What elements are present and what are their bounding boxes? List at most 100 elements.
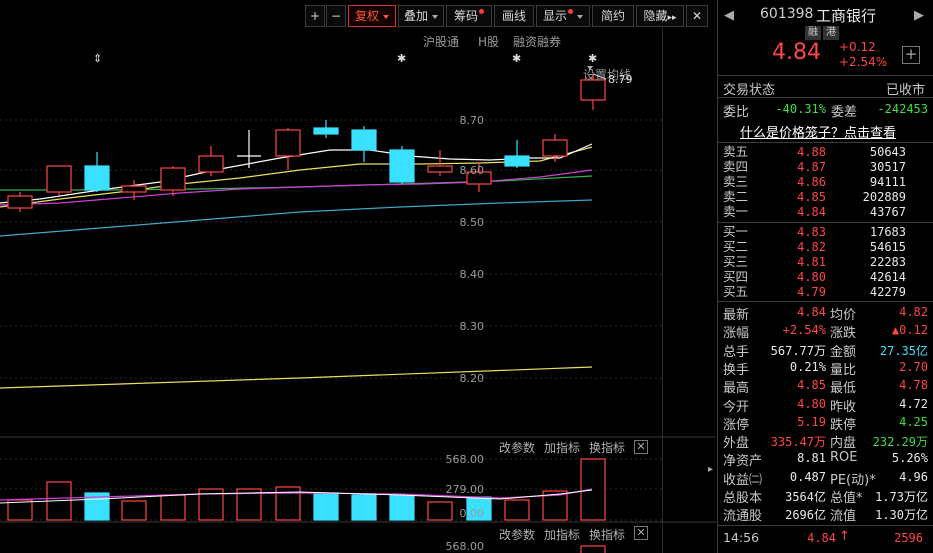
price-cage-link[interactable]: 什么是价格笼子？点击查看: [740, 122, 896, 141]
buy-level-label: 买三: [723, 254, 749, 269]
high-price-label: 8.79: [608, 73, 633, 86]
buy-level-price[interactable]: 4.79: [780, 285, 826, 299]
volume-y-tick: 568.00: [445, 453, 485, 466]
event-marker-icon[interactable]: ✱: [512, 52, 521, 65]
stat-label: 最新: [723, 308, 750, 323]
stat-value: 335.47万: [770, 435, 826, 450]
add-indicator-button[interactable]: 加指标: [544, 439, 580, 456]
stock-name: 工商银行: [816, 7, 877, 25]
candles: [7, 74, 606, 212]
buy-level-price[interactable]: 4.81: [780, 255, 826, 269]
status-label: 交易状态: [723, 83, 776, 98]
stat-label: 量比: [830, 362, 857, 378]
tick-time: 14:56: [723, 530, 760, 545]
stat-value: 4.78: [899, 378, 928, 393]
hk-badge: 港: [823, 26, 839, 40]
divider: [718, 97, 933, 98]
prev-stock-button[interactable]: ◀: [724, 8, 734, 23]
close-lower-panel-button[interactable]: ✕: [634, 526, 648, 540]
stat-label: 净资产: [723, 454, 763, 470]
stat-label: 收益㈡: [723, 472, 763, 488]
stat-value: 232.29万: [872, 435, 928, 450]
next-stock-button[interactable]: ▶: [914, 8, 924, 23]
divider: [718, 75, 933, 76]
sell-level-price[interactable]: 4.84: [780, 205, 826, 219]
y-tick-label: 8.40: [459, 268, 485, 281]
buy-level-volume: 54615: [869, 240, 906, 254]
buy-level-volume: 42614: [869, 270, 906, 284]
event-marker-icon[interactable]: ⇕: [93, 52, 102, 65]
stat-label: 最高: [723, 381, 750, 397]
stat-value: 4.96: [899, 469, 928, 484]
weicha-value: -242453: [877, 102, 928, 116]
stat-value: 4.84: [797, 305, 826, 319]
stat-value: 2.70: [899, 359, 928, 374]
sell-level-volume: 202889: [862, 190, 906, 204]
sell-level-price[interactable]: 4.88: [780, 145, 826, 159]
stat-value: 4.80: [797, 396, 826, 411]
stat-label: 昨收: [830, 399, 857, 415]
sell-level-label: 卖二: [723, 189, 749, 204]
chart-area[interactable]: + − 复权 叠加 筹码 画线 显示 简约 隐藏▸▸ ✕ 沪股通 H股 融资融券…: [0, 0, 716, 553]
weicha-label: 委差: [831, 105, 858, 120]
buy-level-label: 买四: [723, 269, 749, 284]
divider: [718, 142, 933, 143]
buy-level-volume: 17683: [869, 225, 906, 239]
change-params-button[interactable]: 改参数: [499, 439, 535, 456]
stat-label: 内盘: [830, 436, 857, 452]
y-tick-label: 8.60: [459, 164, 485, 177]
stat-value: 4.72: [899, 396, 928, 411]
stat-value: 5.19: [797, 414, 826, 429]
sell-level-volume: 94111: [869, 175, 906, 189]
stock-code: 601398: [760, 6, 814, 22]
tick-volume: 2596: [894, 531, 923, 545]
stat-label: 均价: [830, 308, 857, 323]
stat-value: 8.81: [797, 451, 826, 466]
stat-label: 外盘: [723, 436, 750, 452]
y-tick-label: 8.70: [459, 114, 485, 127]
status-value: 已收市: [886, 83, 926, 98]
stat-value: 2696亿: [785, 508, 826, 523]
switch-indicator-button[interactable]: 换指标: [589, 526, 625, 543]
stat-value: 4.25: [899, 414, 928, 429]
sell-level-price[interactable]: 4.85: [780, 190, 826, 204]
buy-level-label: 买二: [723, 239, 749, 254]
stat-value: 0.21%: [789, 359, 826, 374]
buy-level-label: 买一: [723, 224, 749, 239]
y-tick-label: 8.20: [459, 372, 485, 385]
stat-value: 567.77万: [770, 343, 826, 358]
event-marker-icon[interactable]: ✱: [588, 52, 597, 65]
stat-label: 换手: [723, 362, 750, 378]
buy-level-price[interactable]: 4.83: [780, 225, 826, 239]
stat-label: 总股本: [723, 491, 763, 506]
stat-label: 今开: [723, 399, 750, 415]
buy-level-price[interactable]: 4.80: [780, 270, 826, 284]
weibi-value: -40.31%: [775, 102, 826, 116]
price-change-pct: +2.54%: [839, 55, 888, 69]
add-indicator-button[interactable]: 加指标: [544, 526, 580, 543]
panel-collapse-handle[interactable]: ▸: [708, 455, 716, 485]
switch-indicator-button[interactable]: 换指标: [589, 439, 625, 456]
price-grid: [0, 119, 662, 379]
margin-badge: 融: [805, 26, 821, 40]
stat-label: 总值*: [830, 491, 863, 506]
divider: [718, 301, 933, 302]
stat-label: 总手: [723, 344, 750, 360]
change-params-button[interactable]: 改参数: [499, 526, 535, 543]
add-watchlist-button[interactable]: +: [902, 46, 920, 64]
close-volume-panel-button[interactable]: ✕: [634, 440, 648, 454]
buy-level-volume: 22283: [869, 255, 906, 269]
sell-level-price[interactable]: 4.87: [780, 160, 826, 174]
up-arrow-icon: ↑: [839, 529, 850, 544]
stat-label: 涨幅: [723, 326, 750, 342]
event-marker-icon[interactable]: ✱: [397, 52, 406, 65]
buy-level-price[interactable]: 4.82: [780, 240, 826, 254]
stat-value: 0.487: [789, 469, 826, 484]
sell-level-volume: 30517: [869, 160, 906, 174]
stat-value: 3564亿: [785, 490, 826, 504]
stat-label: 金额: [830, 344, 857, 360]
stat-label: 涨停: [723, 417, 750, 433]
sell-level-label: 卖五: [723, 144, 749, 159]
sell-level-volume: 43767: [869, 205, 906, 219]
sell-level-price[interactable]: 4.86: [780, 175, 826, 189]
